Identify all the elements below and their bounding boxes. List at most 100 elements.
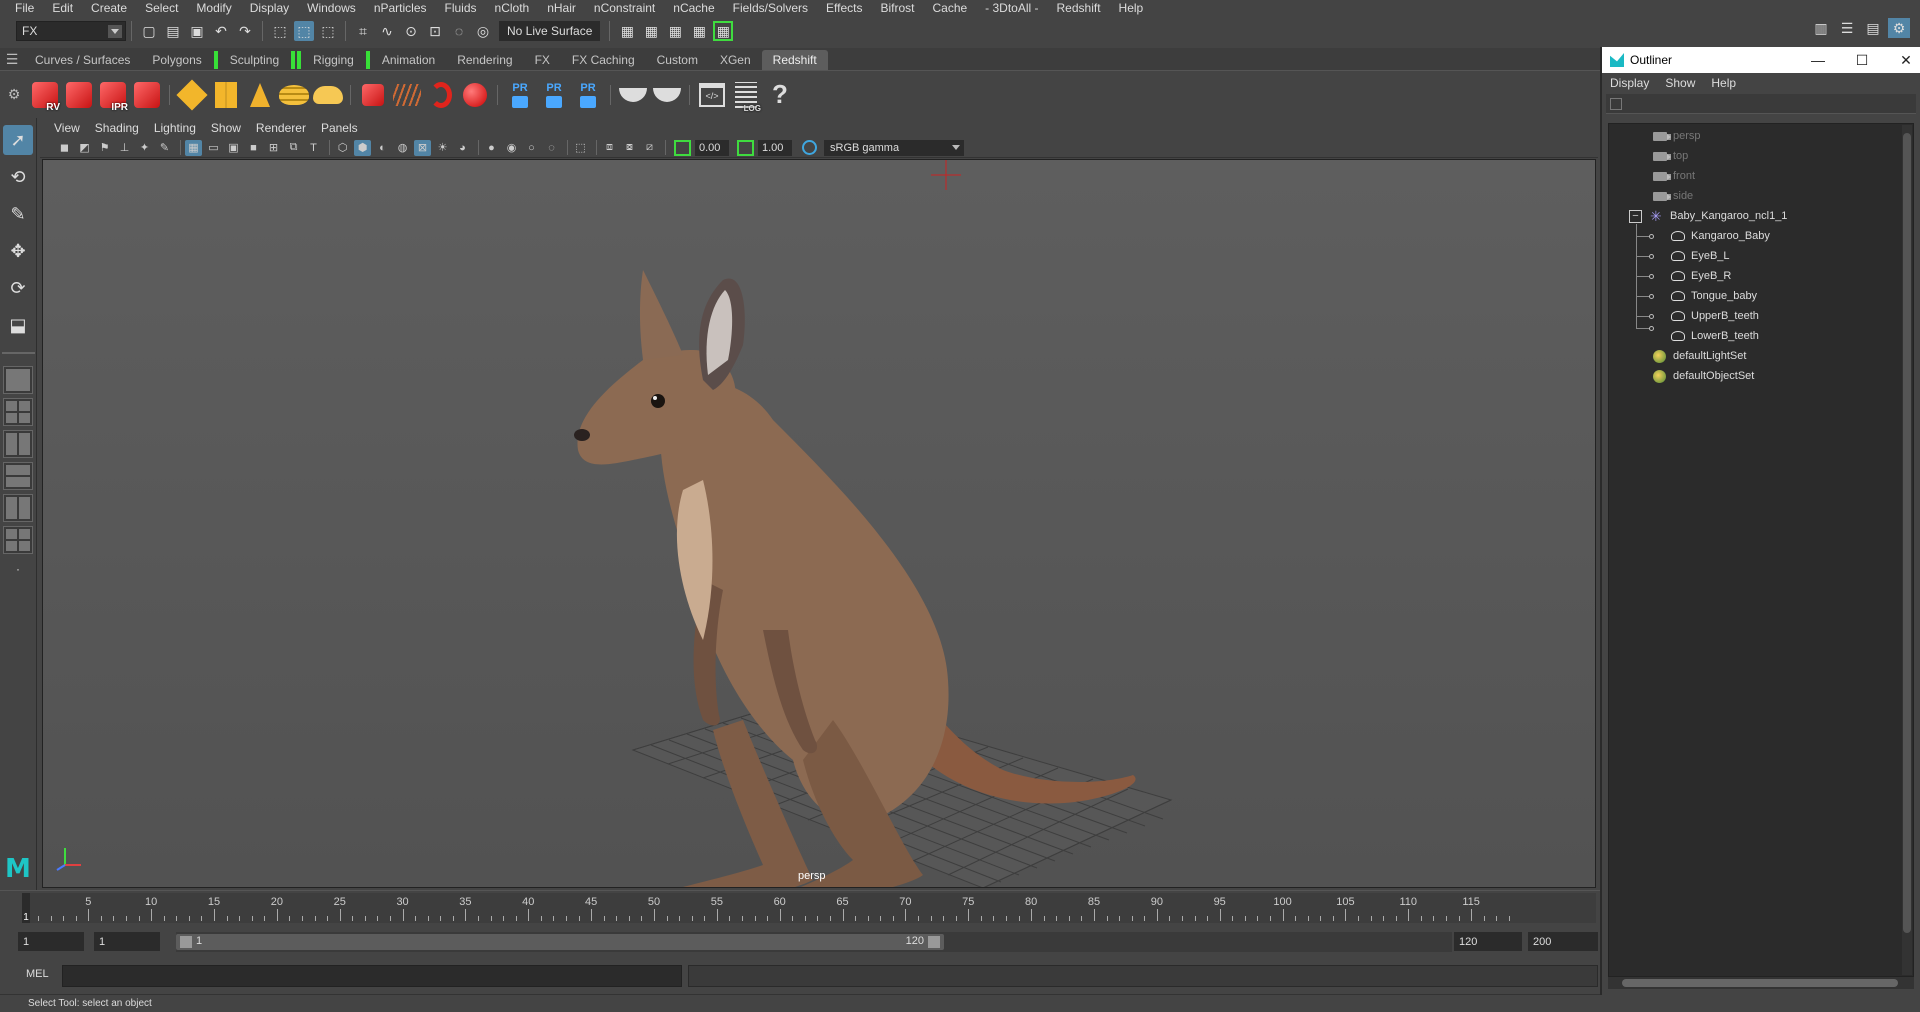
redshift-sphere-button[interactable] (460, 77, 490, 113)
snap-grid-icon[interactable]: ⌗ (353, 21, 373, 41)
range-end-handle[interactable] (928, 936, 940, 948)
xray-joints-icon[interactable]: ⧄ (641, 140, 658, 156)
help-button[interactable]: ? (765, 77, 795, 113)
current-frame-marker[interactable]: 1 (22, 893, 30, 923)
outliner-item-top[interactable]: top (1653, 146, 1688, 166)
depth-of-field-icon[interactable]: ◌ (543, 140, 560, 156)
image-plane-icon[interactable]: ⊥ (116, 140, 133, 156)
tab-fx-caching[interactable]: FX Caching (561, 50, 646, 70)
color-management-icon[interactable] (802, 140, 817, 155)
outliner-menu-display[interactable]: Display (1610, 76, 1649, 90)
menu-windows[interactable]: Windows (298, 0, 365, 17)
shadows-icon[interactable]: ◕ (454, 140, 471, 156)
script-language-toggle[interactable]: MEL (26, 968, 49, 980)
outliner-persp-layout-icon[interactable] (3, 494, 33, 522)
resolution-gate-icon[interactable]: ▣ (225, 140, 242, 156)
grid-toggle-icon[interactable]: ▦ (185, 139, 202, 156)
redshift-physical-light-button[interactable] (245, 77, 275, 113)
animation-end-field[interactable]: 200 (1528, 932, 1598, 951)
menu-cache[interactable]: Cache (923, 0, 976, 17)
rotate-tool-icon[interactable]: ⟳ (3, 273, 33, 303)
select-tool-icon[interactable]: ➚ (3, 125, 33, 155)
single-perspective-layout-icon[interactable] (3, 366, 33, 394)
panel-menu-shading[interactable]: Shading (95, 121, 139, 135)
outliner-item-eye-right[interactable]: EyeB_R (1671, 266, 1731, 286)
ipr-render-icon[interactable]: ▦ (641, 21, 661, 41)
menu-bifrost[interactable]: Bifrost (871, 0, 923, 17)
close-icon[interactable]: ✕ (1896, 51, 1916, 69)
snap-view-plane-icon[interactable]: ⊡ (425, 21, 445, 41)
render-frame-icon[interactable]: ▦ (617, 21, 637, 41)
gamma-toggle-icon[interactable] (737, 139, 754, 156)
xray-icon[interactable]: ⧈ (601, 140, 618, 156)
outliner-item-tongue[interactable]: Tongue_baby (1671, 286, 1757, 306)
gamma-field[interactable]: 1.00 (758, 139, 792, 156)
outliner-item-default-light-set[interactable]: defaultLightSet (1653, 346, 1746, 366)
outliner-vertical-scrollbar[interactable] (1902, 125, 1912, 975)
redshift-material-button[interactable] (358, 77, 388, 113)
playback-end-field[interactable]: 120 (1454, 932, 1522, 951)
menu-redshift[interactable]: Redshift (1048, 0, 1110, 17)
tool-settings-icon[interactable]: ⚙ (1888, 18, 1910, 38)
playback-start-field[interactable]: 1 (94, 932, 160, 951)
filter-icon[interactable] (1610, 97, 1622, 110)
redshift-render-button[interactable] (64, 77, 94, 113)
hypershade-icon[interactable]: ▦ (689, 21, 709, 41)
maximize-icon[interactable]: ☐ (1852, 51, 1872, 69)
range-slider-bar[interactable]: 1 120 (176, 934, 944, 950)
render-view-icon[interactable]: ▦ (713, 21, 734, 41)
scroll-thumb[interactable] (1622, 979, 1898, 987)
film-gate-icon[interactable]: ▭ (205, 140, 222, 156)
collapse-icon[interactable]: − (1629, 209, 1642, 223)
pr-arrow-button[interactable]: PR (539, 77, 569, 113)
smooth-shade-icon[interactable]: ⬢ (354, 139, 371, 156)
outliner-menu-help[interactable]: Help (1711, 76, 1736, 90)
perspective-viewport[interactable]: persp (42, 159, 1596, 888)
channel-box-icon[interactable]: ☰ (1836, 18, 1858, 38)
panel-menu-show[interactable]: Show (211, 121, 241, 135)
menu-effects[interactable]: Effects (817, 0, 871, 17)
isolate-select-icon[interactable]: ⬚ (572, 140, 589, 156)
outliner-search-bar[interactable] (1606, 94, 1916, 114)
view-transform-dropdown[interactable]: sRGB gamma (824, 139, 964, 156)
use-all-lights-icon[interactable]: ☀ (434, 140, 451, 156)
outliner-item-persp[interactable]: persp (1653, 126, 1701, 146)
minimize-icon[interactable]: — (1808, 51, 1828, 69)
tab-redshift[interactable]: Redshift (761, 50, 828, 70)
outliner-horizontal-scrollbar[interactable] (1608, 977, 1914, 989)
time-slider-track[interactable]: 5 10 15 20 25 30 35 40 45 50 55 60 65 70 75 80 85 90 95 100… (28, 893, 1596, 923)
menu-fields-solvers[interactable]: Fields/Solvers (724, 0, 817, 17)
outliner-item-lower-teeth[interactable]: LowerB_teeth (1671, 326, 1759, 346)
shelf-gear-icon[interactable]: ⚙ (0, 86, 28, 103)
menu-create[interactable]: Create (82, 0, 136, 17)
more-layouts-icon[interactable]: · (3, 561, 33, 577)
snap-curve-icon[interactable]: ∿ (377, 21, 397, 41)
menu-fluids[interactable]: Fluids (436, 0, 486, 17)
tab-rigging[interactable]: Rigging (302, 50, 365, 70)
redshift-ipr-button[interactable]: IPR (98, 77, 128, 113)
range-start-handle[interactable] (180, 936, 192, 948)
gate-mask-icon[interactable]: ■ (245, 140, 262, 156)
live-surface-field[interactable]: No Live Surface (499, 21, 601, 41)
tab-custom[interactable]: Custom (646, 50, 709, 70)
camera-select-icon[interactable]: ◼ (56, 140, 73, 156)
lasso-tool-icon[interactable]: ⟲ (3, 162, 33, 192)
script-window-button[interactable]: </> (697, 77, 727, 113)
snap-live-icon[interactable]: ◎ (473, 21, 493, 41)
pr-export-button[interactable]: PR (505, 77, 535, 113)
select-component-icon[interactable]: ⬚ (318, 21, 338, 41)
tab-polygons[interactable]: Polygons (141, 50, 212, 70)
outliner-item-eye-left[interactable]: EyeB_L (1671, 246, 1730, 266)
modeling-toolkit-icon[interactable]: ▥ (1810, 18, 1832, 38)
panel-menu-panels[interactable]: Panels (321, 121, 358, 135)
scroll-thumb[interactable] (1903, 133, 1911, 933)
menu-nconstraint[interactable]: nConstraint (585, 0, 664, 17)
outliner-item-group[interactable]: − ✳ Baby_Kangaroo_ncl1_1 (1629, 206, 1787, 226)
field-chart-icon[interactable]: ⊞ (265, 140, 282, 156)
outliner-item-upper-teeth[interactable]: UpperB_teeth (1671, 306, 1759, 326)
redshift-curve-button[interactable] (426, 77, 456, 113)
command-input[interactable] (62, 965, 682, 987)
outliner-item-front[interactable]: front (1653, 166, 1695, 186)
outliner-menu-show[interactable]: Show (1665, 76, 1695, 90)
graph-persp-layout-icon[interactable] (3, 526, 33, 554)
